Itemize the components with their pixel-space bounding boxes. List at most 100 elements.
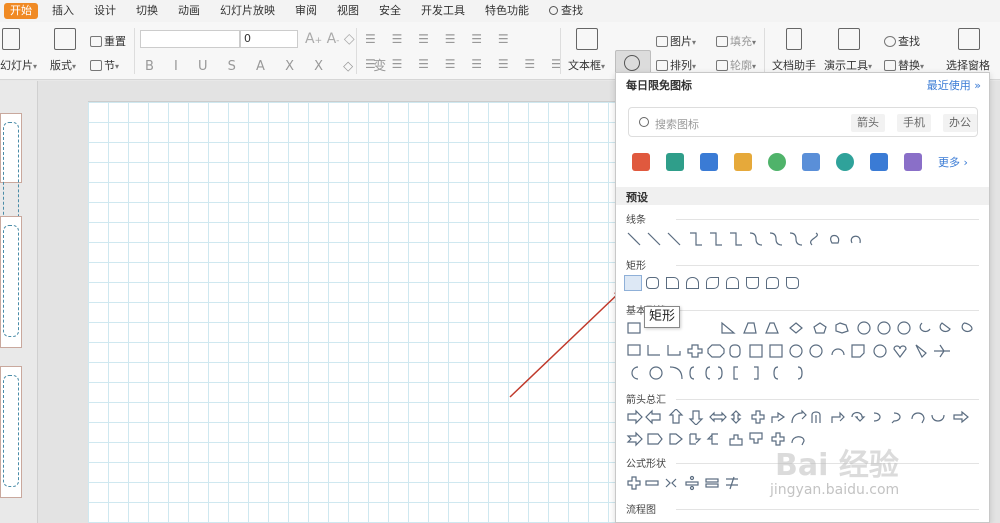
rectangle-shape-row[interactable]: [626, 277, 986, 295]
layout-button[interactable]: 版式▾: [50, 57, 76, 73]
lines-shape-row[interactable]: [626, 231, 986, 249]
arrow-shapes-1[interactable]: [626, 408, 986, 426]
menu-security[interactable]: 安全: [369, 0, 411, 22]
preset-label: 预设: [626, 191, 648, 204]
basic-shapes-1[interactable]: [626, 321, 986, 337]
basic-shapes-row-3[interactable]: [626, 365, 986, 383]
picture-button[interactable]: 图片▾: [656, 33, 696, 49]
menu-insert[interactable]: 插入: [42, 0, 84, 22]
menu-slideshow[interactable]: 幻灯片放映: [210, 0, 285, 22]
menu-animation[interactable]: 动画: [168, 0, 210, 22]
lock-icon[interactable]: [734, 153, 752, 171]
reset-button[interactable]: 重置: [90, 33, 126, 49]
snip-rect-shape[interactable]: [666, 277, 679, 289]
divider: [676, 310, 979, 311]
team-icon[interactable]: [870, 153, 888, 171]
basic-shapes-3[interactable]: [626, 365, 826, 381]
menu-home[interactable]: 开始: [4, 3, 38, 19]
fill-button[interactable]: 填充▾: [716, 33, 756, 49]
outline-button[interactable]: 轮廓▾: [716, 57, 756, 73]
filter-icon[interactable]: [700, 153, 718, 171]
watermark-url: jingyan.baidu.com: [770, 482, 900, 498]
font-grow-icon[interactable]: A+ A- ◇: [305, 31, 355, 47]
computer-icon[interactable]: [802, 153, 820, 171]
outline-label: 轮廓: [730, 59, 752, 72]
slide-thumbnail[interactable]: [0, 216, 22, 348]
round-top-rect-shape[interactable]: [686, 277, 699, 289]
divider: [676, 509, 979, 510]
replace-icon: [884, 60, 896, 71]
new-slide-button[interactable]: 幻灯片▾: [0, 57, 37, 73]
slide-thumbnail[interactable]: [0, 113, 22, 234]
divider: [764, 28, 765, 74]
watermark-brand: Bai 经验: [775, 448, 899, 483]
divider: [676, 265, 979, 266]
select-pane-button[interactable]: 选择窗格: [946, 57, 990, 73]
search-placeholder: 搜索图标: [655, 118, 699, 131]
more-icons-link[interactable]: 更多 ›: [938, 154, 968, 170]
line-shapes[interactable]: [626, 231, 876, 247]
doc-helper-button[interactable]: 文档助手: [772, 57, 816, 73]
round-same-rect-shape[interactable]: [726, 277, 739, 289]
font-name-select[interactable]: [140, 30, 240, 48]
new-slide-icon: [2, 28, 20, 50]
paragraph-icons-top[interactable]: ☰ ☰ ☰ ☰ ☰ ☰: [365, 32, 515, 46]
arrange-button[interactable]: 排列▾: [656, 57, 696, 73]
find-label: 查找: [898, 35, 920, 48]
find-button[interactable]: 查找: [884, 33, 920, 49]
menu-features[interactable]: 特色功能: [475, 0, 539, 22]
category-rectangle: 矩形: [626, 261, 646, 272]
basic-shapes-row-1[interactable]: [626, 321, 986, 339]
reset-label: 重置: [104, 35, 126, 48]
menu-view[interactable]: 视图: [327, 0, 369, 22]
section-icon: [90, 60, 102, 71]
section-label: 节: [104, 59, 115, 72]
rounded-rect-shape[interactable]: [646, 277, 659, 289]
person-icon[interactable]: [632, 153, 650, 171]
round-corner2-rect-shape[interactable]: [786, 277, 799, 289]
slide-thumbnail[interactable]: [0, 366, 22, 498]
basic-shapes-2[interactable]: [626, 343, 986, 359]
tag-arrow[interactable]: 箭头: [851, 114, 885, 132]
basic-shapes-row-2[interactable]: [626, 343, 986, 361]
present-tool-label: 演示工具: [824, 59, 868, 72]
arrow-shapes-row-1[interactable]: [626, 408, 986, 427]
user-lock-icon[interactable]: [904, 153, 922, 171]
tag-phone[interactable]: 手机: [897, 114, 931, 132]
divider: [676, 219, 979, 220]
select-pane-icon: [958, 28, 980, 50]
slide-thumbnail-panel: [0, 81, 38, 523]
diag-rect-shape[interactable]: [706, 277, 719, 289]
equation-shapes[interactable]: [626, 475, 766, 491]
find-icon: [884, 36, 896, 47]
divider: [560, 28, 561, 74]
menu-developer[interactable]: 开发工具: [411, 0, 475, 22]
paragraph-icons-bottom[interactable]: ☰ ☰ ☰ ☰ ☰ ☰ ☰ ☰: [365, 57, 568, 71]
doc-helper-icon: [786, 28, 802, 50]
menu-design[interactable]: 设计: [84, 0, 126, 22]
recent-used-label: 最近使用: [926, 79, 971, 92]
recent-used-link[interactable]: 最近使用 »: [927, 77, 981, 93]
menu-bar: 开始 插入 设计 切换 动画 幻灯片放映 审阅 视图 安全 开发工具 特色功能 …: [0, 0, 1000, 22]
tag-office[interactable]: 办公: [943, 114, 977, 132]
category-flowchart: 流程图: [626, 505, 656, 516]
layout-icon: [54, 28, 76, 50]
reset-icon: [90, 36, 102, 47]
preset-section-header: 预设: [616, 187, 989, 205]
menu-review[interactable]: 审阅: [285, 0, 327, 22]
menu-transition[interactable]: 切换: [126, 0, 168, 22]
building-icon[interactable]: [666, 153, 684, 171]
menu-search[interactable]: 查找: [539, 0, 593, 22]
present-tool-button[interactable]: 演示工具▾: [824, 57, 872, 73]
replace-button[interactable]: 替换▾: [884, 57, 924, 73]
network-icon[interactable]: [768, 153, 786, 171]
round-corner-rect-shape[interactable]: [766, 277, 779, 289]
divider: [676, 399, 979, 400]
category-arrows: 箭头总汇: [626, 395, 666, 406]
round-bottom-rect-shape[interactable]: [746, 277, 759, 289]
textbox-button[interactable]: 文本框▾: [568, 57, 605, 73]
link-icon[interactable]: [836, 153, 854, 171]
icon-search-input[interactable]: 搜索图标 箭头 手机 办公: [628, 107, 978, 137]
section-button[interactable]: 节▾: [90, 57, 119, 73]
font-size-select[interactable]: 0: [240, 30, 298, 48]
